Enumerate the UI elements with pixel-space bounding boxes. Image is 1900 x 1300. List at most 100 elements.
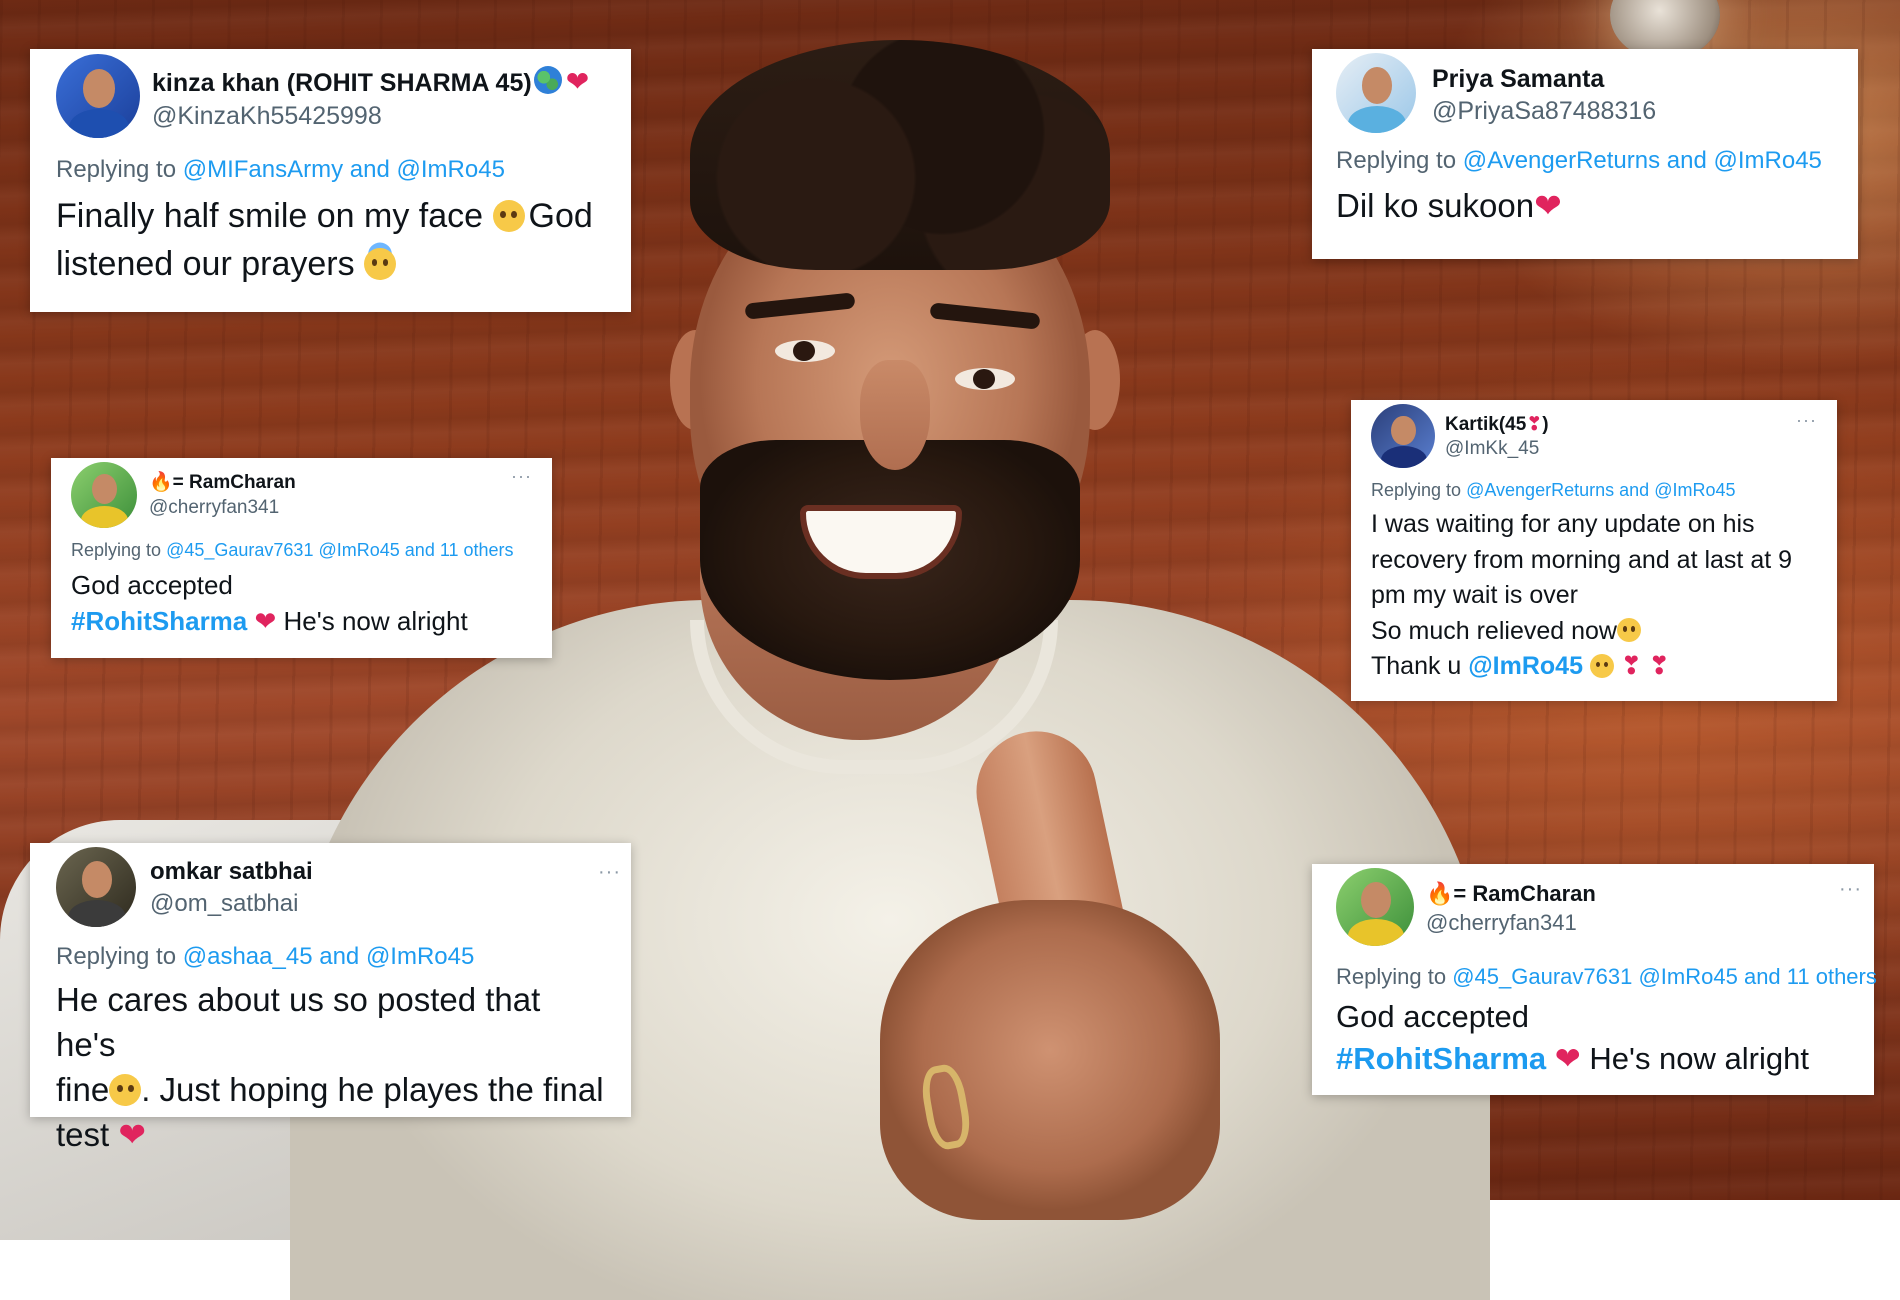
replying-to-line: Replying to @45_Gaurav7631 @ImRo45 and 1… bbox=[1336, 964, 1877, 990]
avatar[interactable] bbox=[56, 54, 140, 138]
pleading-face-icon bbox=[109, 1073, 142, 1106]
right-eye bbox=[955, 368, 1015, 390]
others-link[interactable]: and 11 others bbox=[405, 540, 514, 560]
red-heart-icon: ❤ bbox=[1534, 187, 1562, 224]
replying-joiner: and bbox=[1619, 480, 1650, 500]
avatar[interactable] bbox=[1336, 53, 1416, 133]
tweet-card-ramcharan-large[interactable]: ··· 🔥= RamCharan @cherryfan341 Replying … bbox=[1312, 864, 1877, 1095]
tweet-text-line: God accepted bbox=[1336, 999, 1530, 1034]
tweet-text: God accepted #RohitSharma ❤ He's now alr… bbox=[71, 567, 532, 639]
smiling-face-with-halo-icon bbox=[364, 248, 397, 281]
tweet-text-part: He's now alright bbox=[276, 606, 468, 636]
display-name[interactable]: = RamCharan bbox=[1453, 881, 1595, 906]
user-handle[interactable]: @KinzaKh55425998 bbox=[152, 99, 589, 133]
more-options-icon[interactable]: ··· bbox=[511, 466, 532, 487]
red-pin-icon: ❣ bbox=[1526, 414, 1543, 435]
tweet-text: God accepted #RohitSharma ❤ He's now alr… bbox=[1336, 996, 1850, 1080]
tweet-card-priya[interactable]: Priya Samanta @PriyaSa87488316 Replying … bbox=[1312, 49, 1858, 259]
red-heart-icon: ❤ bbox=[565, 65, 590, 97]
pleading-face-icon bbox=[1589, 653, 1614, 678]
globe-emoji-icon bbox=[533, 66, 562, 95]
tweet-text-line: He cares about us so posted that he's bbox=[56, 981, 541, 1063]
tweet-text: I was waiting for any update on his reco… bbox=[1371, 507, 1817, 685]
mention-link[interactable]: @ImRo45 bbox=[1714, 147, 1822, 174]
tweet-text-part: test bbox=[56, 1116, 119, 1153]
replying-to-line: Replying to @MIFansArmy and @ImRo45 bbox=[56, 156, 605, 184]
nose bbox=[860, 360, 930, 470]
mention-link[interactable]: @MIFansArmy bbox=[183, 156, 343, 183]
tweet-text-line: pm my wait is over bbox=[1371, 581, 1578, 609]
tweet-text-part: . Just hoping he playes the final bbox=[141, 1071, 604, 1108]
mention-link[interactable]: @ImRo45 bbox=[366, 943, 474, 970]
hashtag-link[interactable]: #RohitSharma bbox=[1336, 1041, 1546, 1076]
mention-link[interactable]: @ashaa_45 bbox=[183, 943, 313, 970]
display-name[interactable]: Kartik(45 bbox=[1445, 414, 1526, 435]
user-handle[interactable]: @cherryfan341 bbox=[1426, 909, 1596, 937]
tweet-text-line: recovery from morning and at last at 9 bbox=[1371, 545, 1793, 574]
hashtag-link[interactable]: #RohitSharma bbox=[71, 606, 247, 636]
replying-to-line: Replying to @ashaa_45 and @ImRo45 bbox=[56, 943, 605, 971]
replying-prefix: Replying to bbox=[1336, 147, 1457, 174]
relieved-face-icon bbox=[1616, 618, 1641, 643]
fire-icon: 🔥 bbox=[1426, 881, 1454, 906]
red-pin-icon: ❣ bbox=[1648, 652, 1670, 680]
replying-to-line: Replying to @AvengerReturns and @ImRo45 bbox=[1336, 147, 1832, 175]
user-handle[interactable]: @cherryfan341 bbox=[149, 496, 296, 520]
tweet-text-line: God accepted bbox=[71, 570, 233, 600]
tweet-card-kinza[interactable]: kinza khan (ROHIT SHARMA 45) ❤ @KinzaKh55… bbox=[30, 49, 631, 312]
mention-link[interactable]: @ImRo45 bbox=[318, 540, 399, 560]
red-heart-icon: ❤ bbox=[1554, 1041, 1581, 1076]
tweet-text-part: Dil ko sukoon bbox=[1336, 187, 1535, 224]
red-pin-icon: ❣ bbox=[1620, 652, 1642, 680]
display-name[interactable]: = RamCharan bbox=[173, 472, 296, 493]
replying-prefix: Replying to bbox=[1371, 480, 1462, 500]
user-handle[interactable]: @ImKk_45 bbox=[1445, 438, 1549, 460]
user-handle[interactable]: @PriyaSa87488316 bbox=[1432, 95, 1656, 127]
replying-prefix: Replying to bbox=[1336, 964, 1447, 989]
mention-link[interactable]: @AvengerReturns bbox=[1466, 480, 1614, 500]
replying-joiner: and bbox=[1666, 147, 1707, 174]
tweet-text-line: So much relieved now bbox=[1371, 616, 1617, 645]
avatar[interactable] bbox=[1336, 868, 1414, 946]
display-name[interactable]: Priya Samanta bbox=[1432, 63, 1656, 95]
mention-link[interactable]: @ImRo45 bbox=[1638, 964, 1737, 989]
display-name[interactable]: omkar satbhai bbox=[150, 856, 313, 888]
avatar[interactable] bbox=[1371, 404, 1435, 468]
mention-link[interactable]: @ImRo45 bbox=[1654, 480, 1735, 500]
pleading-face-icon bbox=[492, 200, 525, 233]
tweet-card-kartik[interactable]: ··· Kartik(45❣) @ImKk_45 Replying to @Av… bbox=[1351, 400, 1837, 701]
tweet-text-part: fine bbox=[56, 1071, 110, 1108]
curly-hair bbox=[690, 40, 1110, 270]
tweet-card-omkar[interactable]: ··· omkar satbhai @om_satbhai Replying t… bbox=[30, 843, 631, 1153]
fire-icon: 🔥 bbox=[149, 472, 173, 493]
replying-to-line: Replying to @45_Gaurav7631 @ImRo45 and 1… bbox=[71, 540, 532, 561]
red-heart-icon: ❤ bbox=[118, 1116, 147, 1153]
avatar[interactable] bbox=[56, 847, 136, 927]
tweet-text-part: Finally half smile on my face bbox=[56, 197, 493, 235]
mention-link[interactable]: @45_Gaurav7631 bbox=[1452, 964, 1632, 989]
more-options-icon[interactable]: ··· bbox=[1796, 410, 1817, 431]
tweet-text-part: Thank u bbox=[1371, 652, 1469, 680]
display-name[interactable]: kinza khan (ROHIT SHARMA 45) bbox=[152, 69, 532, 97]
avatar[interactable] bbox=[71, 462, 137, 528]
tweet-text: He cares about us so posted that he's fi… bbox=[56, 977, 605, 1157]
replying-prefix: Replying to bbox=[71, 540, 162, 560]
mention-link[interactable]: @45_Gaurav7631 bbox=[166, 540, 313, 560]
tweet-card-ramcharan-small[interactable]: ··· 🔥= RamCharan @cherryfan341 Replying … bbox=[51, 458, 552, 658]
replying-joiner: and bbox=[349, 156, 390, 183]
tweet-text-part: He's now alright bbox=[1580, 1041, 1809, 1076]
left-eye bbox=[775, 340, 835, 362]
tweet-text-line: I was waiting for any update on his bbox=[1371, 510, 1755, 538]
mention-link[interactable]: @AvengerReturns bbox=[1463, 147, 1660, 174]
replying-to-line: Replying to @AvengerReturns and @ImRo45 bbox=[1371, 480, 1817, 501]
replying-prefix: Replying to bbox=[56, 156, 177, 183]
mention-link[interactable]: @ImRo45 bbox=[1468, 652, 1583, 680]
more-options-icon[interactable]: ··· bbox=[1839, 878, 1862, 901]
thumbs-up-hand bbox=[880, 900, 1220, 1220]
mention-link[interactable]: @ImRo45 bbox=[397, 156, 505, 183]
replying-prefix: Replying to bbox=[56, 943, 177, 970]
tweet-text: Dil ko sukoon❤ bbox=[1336, 183, 1832, 229]
more-options-icon[interactable]: ··· bbox=[598, 861, 621, 884]
user-handle[interactable]: @om_satbhai bbox=[150, 888, 313, 920]
others-link[interactable]: and 11 others bbox=[1744, 964, 1877, 989]
